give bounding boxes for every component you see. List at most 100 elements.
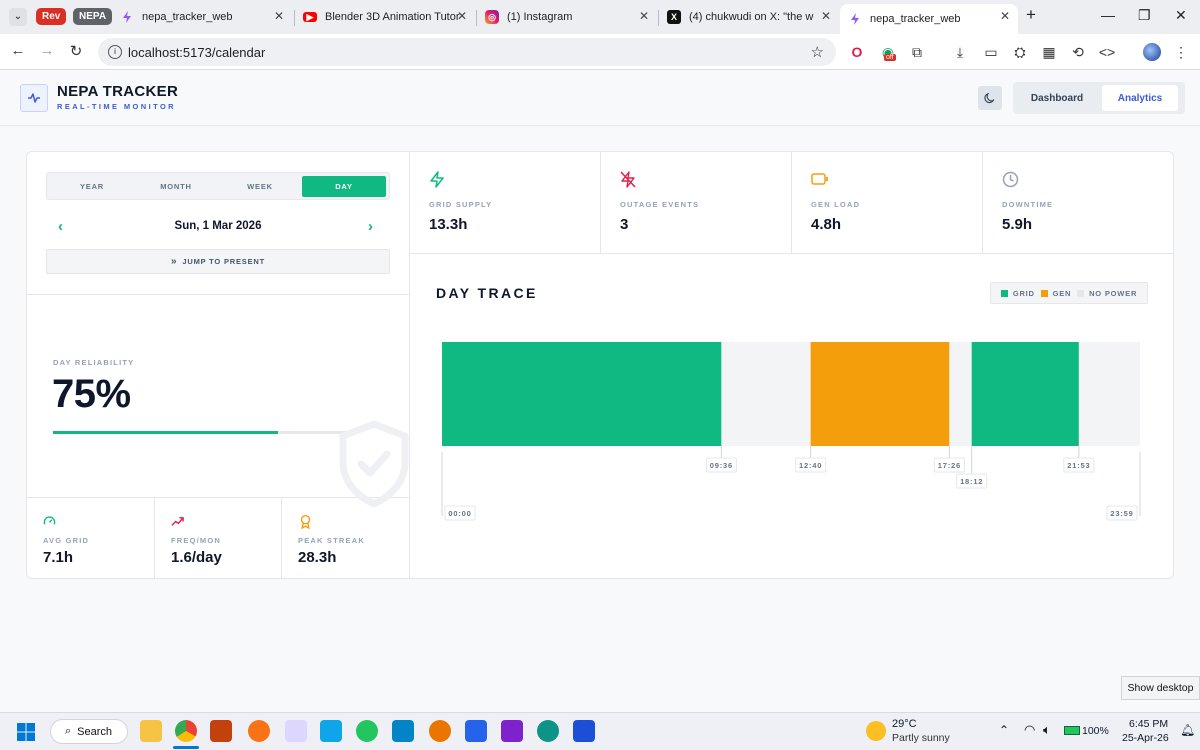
bolt-off-icon bbox=[620, 171, 636, 188]
instagram-favicon-icon: ◎ bbox=[485, 10, 499, 24]
mode-year[interactable]: YEAR bbox=[50, 176, 134, 197]
app-icon[interactable] bbox=[285, 720, 307, 742]
app-icon[interactable] bbox=[210, 720, 232, 742]
wifi-icon[interactable]: ◠ bbox=[1024, 722, 1035, 738]
bolt-icon bbox=[430, 171, 444, 188]
browser-tab[interactable]: nepa_tracker_web ✕ bbox=[112, 4, 292, 30]
tab-title: (1) Instagram bbox=[507, 11, 573, 23]
mini-stat-label: PEAK STREAK bbox=[298, 536, 365, 545]
minimize-icon[interactable]: — bbox=[1101, 7, 1115, 23]
close-tab-icon[interactable]: ✕ bbox=[821, 9, 831, 23]
app-icon[interactable] bbox=[320, 720, 342, 742]
tab-search-button[interactable]: ⌄ bbox=[9, 8, 27, 26]
mini-stat-label: FREQ/MON bbox=[171, 536, 222, 545]
notification-bell-icon[interactable]: 🔔︎ bbox=[1180, 723, 1195, 737]
trace-tick-label: 17:26 bbox=[938, 461, 961, 470]
site-info-icon[interactable]: i bbox=[108, 45, 122, 59]
devices-icon[interactable]: ⛭ bbox=[1011, 43, 1029, 61]
browser-tab-active[interactable]: nepa_tracker_web ✕ bbox=[840, 4, 1018, 34]
blender-icon[interactable] bbox=[429, 720, 451, 742]
close-window-icon[interactable]: ✕ bbox=[1175, 7, 1187, 24]
day-trace-chart: 09:36 12:40 17:26 18:12 21:53 00:00 23:59 bbox=[441, 342, 1141, 521]
battery-icon bbox=[811, 173, 828, 185]
legend-no-power: NO POWER bbox=[1077, 289, 1137, 298]
pulse-logo-icon bbox=[20, 84, 48, 112]
back-arrow-icon[interactable]: ← bbox=[8, 42, 28, 59]
legend-label: GRID bbox=[1012, 288, 1035, 298]
trace-segment-none bbox=[721, 342, 811, 446]
current-date: Sun, 1 Mar 2026 bbox=[174, 220, 262, 232]
tab-group-chip-nepa[interactable]: NEPA bbox=[73, 8, 113, 25]
mini-stat-peak-streak: PEAK STREAK 28.3h bbox=[282, 498, 409, 578]
mode-week[interactable]: WEEK bbox=[218, 176, 302, 197]
battery-percent: 100% bbox=[1082, 725, 1109, 737]
clock-date[interactable]: 25-Apr-26 bbox=[1122, 732, 1169, 744]
whatsapp-icon[interactable] bbox=[356, 720, 378, 742]
new-tab-button[interactable]: + bbox=[1026, 5, 1036, 25]
tab-title: Blender 3D Animation Tutor bbox=[325, 11, 460, 23]
browser-tab[interactable]: ▶ Blender 3D Animation Tutor ✕ bbox=[295, 4, 475, 30]
gauge-icon bbox=[43, 516, 56, 525]
volume-icon[interactable]: 🔈︎ bbox=[1043, 722, 1051, 738]
extensions-puzzle-icon[interactable]: ⧉ bbox=[908, 43, 926, 61]
battery-status-icon[interactable] bbox=[1064, 726, 1080, 735]
jump-label: JUMP TO PRESENT bbox=[182, 257, 265, 266]
close-tab-icon[interactable]: ✕ bbox=[1000, 9, 1010, 23]
url-bar[interactable]: i localhost:5173/calendar ☆ bbox=[98, 38, 836, 66]
nav-analytics[interactable]: Analytics bbox=[1102, 85, 1178, 111]
trace-tick-label: 09:36 bbox=[710, 461, 733, 470]
theme-toggle-button[interactable] bbox=[978, 86, 1002, 110]
profile-avatar[interactable] bbox=[1143, 43, 1161, 61]
clock-icon bbox=[1002, 171, 1019, 188]
nav-dashboard[interactable]: Dashboard bbox=[1017, 85, 1097, 111]
show-desktop-tooltip: Show desktop bbox=[1121, 676, 1200, 700]
forward-arrow-icon[interactable]: → bbox=[37, 42, 57, 59]
stat-gen-load: GEN LOAD 4.8h bbox=[792, 152, 982, 253]
tab-title: (4) chukwudi on X: "the web bbox=[689, 11, 814, 23]
download-icon[interactable]: ⤓ bbox=[951, 43, 969, 61]
app-icon[interactable] bbox=[573, 720, 595, 742]
close-tab-icon[interactable]: ✕ bbox=[639, 9, 649, 23]
devtools-code-icon[interactable]: <> bbox=[1098, 43, 1116, 61]
browser-tab[interactable]: ◎ (1) Instagram ✕ bbox=[477, 4, 657, 30]
tab-group-chip-rev[interactable]: Rev bbox=[36, 8, 67, 25]
chrome-icon[interactable] bbox=[175, 720, 197, 742]
mini-stat-freq: FREQ/MON 1.6/day bbox=[155, 498, 281, 578]
browser-menu-icon[interactable]: ⋮ bbox=[1172, 43, 1190, 61]
reliability-bar bbox=[53, 431, 353, 434]
reliability-value: 75% bbox=[52, 372, 131, 416]
trace-segment-none bbox=[949, 342, 972, 446]
browser-tab[interactable]: X (4) chukwudi on X: "the web ✕ bbox=[659, 4, 839, 30]
app-icon[interactable] bbox=[392, 720, 414, 742]
cast-icon[interactable]: ▭ bbox=[982, 43, 1000, 61]
windows-taskbar: ⌕ Search 29°C Partly sunny ⌃ ◠ 🔈︎ 100% 6:… bbox=[0, 712, 1200, 750]
close-tab-icon[interactable]: ✕ bbox=[457, 9, 467, 23]
grid-icon[interactable]: ▦ bbox=[1040, 43, 1058, 61]
app-icon[interactable] bbox=[501, 720, 523, 742]
chevron-up-icon[interactable]: ⌃ bbox=[999, 723, 1009, 737]
search-label: Search bbox=[77, 725, 113, 738]
mini-stat-value: 28.3h bbox=[298, 549, 337, 566]
mode-month[interactable]: MONTH bbox=[134, 176, 218, 197]
jump-to-present-button[interactable]: » JUMP TO PRESENT bbox=[46, 249, 390, 274]
app-icon[interactable] bbox=[248, 720, 270, 742]
file-explorer-icon[interactable] bbox=[140, 720, 162, 742]
trace-start-label: 00:00 bbox=[448, 509, 471, 518]
trace-tick-label: 18:12 bbox=[960, 477, 983, 486]
close-tab-icon[interactable]: ✕ bbox=[274, 9, 284, 23]
bookmark-star-icon[interactable]: ☆ bbox=[811, 43, 824, 61]
x-favicon-icon: X bbox=[667, 10, 681, 24]
vscode-icon[interactable] bbox=[465, 720, 487, 742]
opera-extension-icon[interactable]: O bbox=[848, 43, 866, 61]
mode-day[interactable]: DAY bbox=[302, 176, 386, 197]
arduino-icon[interactable] bbox=[537, 720, 559, 742]
brand-subtitle: REAL-TIME MONITOR bbox=[57, 102, 176, 111]
windows-start-icon[interactable] bbox=[16, 722, 36, 742]
reload-icon[interactable]: ↻ bbox=[66, 42, 86, 60]
next-day-icon[interactable]: › bbox=[368, 218, 373, 235]
taskbar-search[interactable]: ⌕ Search bbox=[50, 719, 128, 744]
tab-title: nepa_tracker_web bbox=[870, 13, 961, 25]
clock-time[interactable]: 6:45 PM bbox=[1129, 718, 1168, 730]
restore-icon[interactable]: ❐ bbox=[1138, 7, 1151, 24]
history-icon[interactable]: ⟲ bbox=[1069, 43, 1087, 61]
